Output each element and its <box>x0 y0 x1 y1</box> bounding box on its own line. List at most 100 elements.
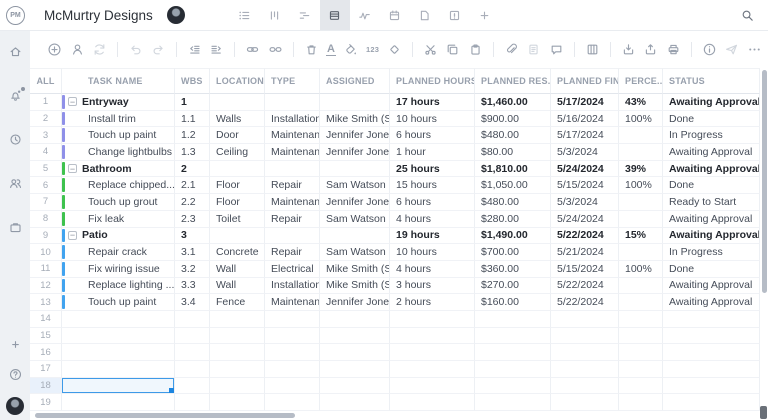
row-number-cell[interactable]: 13 <box>30 294 62 311</box>
cell-res[interactable]: $280.00 <box>475 210 551 228</box>
cell-finish[interactable] <box>551 394 619 412</box>
cell-task-name[interactable] <box>62 361 175 378</box>
cell-wbs[interactable]: 3 <box>175 227 210 245</box>
cell-pct[interactable] <box>619 377 663 395</box>
cell-hours[interactable]: 6 hours <box>390 194 475 211</box>
cell-pct[interactable] <box>619 344 663 361</box>
cut-button[interactable] <box>423 42 438 57</box>
cell-location[interactable] <box>210 327 265 345</box>
info-button[interactable] <box>702 42 717 57</box>
row-number-cell[interactable]: 5 <box>30 160 62 178</box>
row-number-cell[interactable]: 10 <box>30 244 62 261</box>
row-number-cell[interactable]: 15 <box>30 327 62 345</box>
cell-task-name[interactable]: − Patio <box>62 227 175 245</box>
row-number-cell[interactable]: 19 <box>30 394 62 412</box>
cell-task-name[interactable] <box>62 394 175 412</box>
cell-wbs[interactable]: 2.2 <box>175 194 210 211</box>
cell-location[interactable] <box>210 344 265 361</box>
row-number-cell[interactable]: 3 <box>30 127 62 145</box>
cell-wbs[interactable] <box>175 394 210 412</box>
cell-pct[interactable]: 100% <box>619 177 663 195</box>
cell-hours[interactable] <box>390 310 475 328</box>
cell-hours[interactable]: 15 hours <box>390 177 475 195</box>
cell-assigned[interactable]: Mike Smith (S <box>320 277 390 295</box>
attachment-button[interactable] <box>504 42 519 57</box>
sidebar-item-notifications[interactable] <box>8 87 25 103</box>
cell-task-name[interactable]: Repair crack <box>62 244 175 261</box>
redo-button[interactable] <box>151 42 166 57</box>
cell-finish[interactable] <box>551 361 619 378</box>
cell-wbs[interactable]: 1.1 <box>175 110 210 128</box>
cell-hours[interactable]: 6 hours <box>390 127 475 145</box>
cell-location[interactable]: Floor <box>210 194 265 211</box>
row-number-cell[interactable]: 17 <box>30 361 62 378</box>
cell-assigned[interactable]: Jennifer Jone <box>320 127 390 145</box>
cell-status[interactable]: Awaiting Approval <box>663 94 760 111</box>
cell-type[interactable] <box>265 394 320 412</box>
unlink-task-button[interactable] <box>268 42 283 57</box>
tab-board-view[interactable] <box>260 0 290 30</box>
undo-button[interactable] <box>128 42 143 57</box>
cell-assigned[interactable]: Jennifer Jone <box>320 294 390 311</box>
cell-assigned[interactable] <box>320 310 390 328</box>
cell-status[interactable] <box>663 361 760 378</box>
cell-location[interactable]: Walls <box>210 110 265 128</box>
cell-res[interactable]: $700.00 <box>475 244 551 261</box>
cell-res[interactable]: $480.00 <box>475 127 551 145</box>
cell-pct[interactable] <box>619 210 663 228</box>
vertical-scrollbar[interactable] <box>762 70 767 293</box>
cell-wbs[interactable] <box>175 377 210 395</box>
cell-status[interactable]: Awaiting Approval <box>663 210 760 228</box>
column-header-wbs[interactable]: WBS <box>175 68 210 94</box>
cell-hours[interactable] <box>390 361 475 378</box>
cell-wbs[interactable]: 1.3 <box>175 144 210 161</box>
cell-wbs[interactable]: 2.1 <box>175 177 210 195</box>
cell-pct[interactable] <box>619 277 663 295</box>
cell-finish[interactable]: 5/15/2024 <box>551 177 619 195</box>
cell-type[interactable] <box>265 94 320 111</box>
cell-type[interactable]: Maintenance <box>265 127 320 145</box>
export-button[interactable] <box>643 42 658 57</box>
cell-location[interactable]: Floor <box>210 177 265 195</box>
column-header-pct[interactable]: PERCE... <box>619 68 663 94</box>
milestone-button[interactable] <box>387 42 402 57</box>
cell-finish[interactable]: 5/24/2024 <box>551 160 619 178</box>
cell-type[interactable] <box>265 160 320 178</box>
cell-finish[interactable]: 5/22/2024 <box>551 227 619 245</box>
row-number-cell[interactable]: 14 <box>30 310 62 328</box>
cell-res[interactable]: $1,490.00 <box>475 227 551 245</box>
cell-task-name[interactable]: Install trim <box>62 110 175 128</box>
cell-type[interactable] <box>265 227 320 245</box>
row-number-cell[interactable]: 8 <box>30 210 62 228</box>
cell-task-name[interactable] <box>62 377 175 395</box>
cell-assigned[interactable] <box>320 377 390 395</box>
cell-location[interactable]: Wall <box>210 260 265 278</box>
cell-finish[interactable]: 5/22/2024 <box>551 294 619 311</box>
cell-hours[interactable] <box>390 394 475 412</box>
cell-pct[interactable] <box>619 361 663 378</box>
indent-button[interactable] <box>209 42 224 57</box>
cell-task-name[interactable] <box>62 327 175 345</box>
cell-status[interactable]: Awaiting Approval <box>663 160 760 178</box>
cell-res[interactable]: $270.00 <box>475 277 551 295</box>
cell-hours[interactable]: 4 hours <box>390 210 475 228</box>
cell-location[interactable] <box>210 227 265 245</box>
sync-button[interactable] <box>92 42 107 57</box>
cell-hours[interactable]: 17 hours <box>390 94 475 111</box>
cell-pct[interactable] <box>619 194 663 211</box>
cell-type[interactable]: Installation <box>265 110 320 128</box>
cell-pct[interactable] <box>619 244 663 261</box>
user-avatar[interactable] <box>6 397 24 415</box>
row-number-cell[interactable]: 6 <box>30 177 62 195</box>
column-header-name[interactable]: TASK NAME <box>62 68 175 94</box>
tab-list-view[interactable] <box>230 0 260 30</box>
cell-hours[interactable]: 4 hours <box>390 260 475 278</box>
cell-wbs[interactable]: 2 <box>175 160 210 178</box>
project-avatar[interactable] <box>166 6 185 24</box>
cell-finish[interactable]: 5/3/2024 <box>551 194 619 211</box>
cell-location[interactable] <box>210 394 265 412</box>
cell-finish[interactable] <box>551 310 619 328</box>
cell-wbs[interactable]: 3.4 <box>175 294 210 311</box>
column-header-location[interactable]: LOCATION <box>210 68 265 94</box>
tab-doc-view[interactable] <box>410 0 440 30</box>
